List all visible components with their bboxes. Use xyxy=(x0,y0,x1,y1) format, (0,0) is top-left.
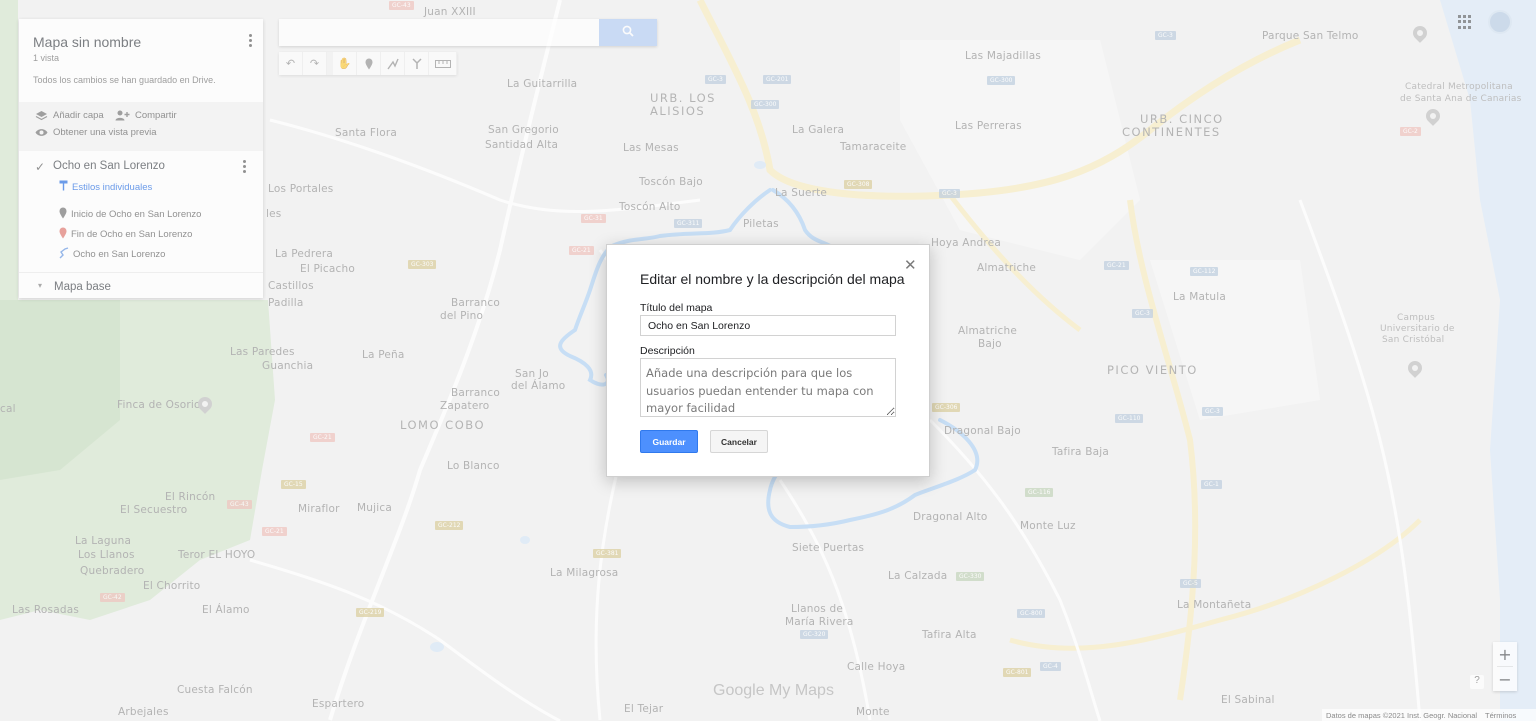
caret-down-icon: ▾ xyxy=(38,281,43,290)
preview-label: Obtener una vista previa xyxy=(53,127,157,138)
styles-link[interactable]: Estilos individuales xyxy=(59,180,152,194)
map-title[interactable]: Mapa sin nombre xyxy=(33,34,141,50)
feature-label: Inicio de Ocho en San Lorenzo xyxy=(71,209,202,220)
map-options-icon[interactable] xyxy=(247,33,253,49)
map-attribution: Datos de mapas ©2021 Inst. Geogr. Nacion… xyxy=(1322,709,1536,721)
search-input[interactable] xyxy=(279,19,599,46)
layers-icon xyxy=(35,110,48,121)
account-avatar[interactable] xyxy=(1488,10,1512,34)
paint-roller-icon xyxy=(59,180,68,194)
layer-options-icon[interactable] xyxy=(241,159,247,175)
map-toolbar: ↶ ↷ ✋ xyxy=(279,52,457,75)
eye-icon xyxy=(35,127,48,138)
redo-icon[interactable]: ↷ xyxy=(303,52,327,75)
draw-line-icon[interactable] xyxy=(381,52,405,75)
base-map-label: Mapa base xyxy=(54,281,111,293)
add-layer-label: Añadir capa xyxy=(53,110,104,121)
hand-icon[interactable]: ✋ xyxy=(333,52,357,75)
dialog-title: Editar el nombre y la descripción del ma… xyxy=(640,271,905,287)
zoom-controls: + − xyxy=(1493,642,1517,691)
share-button[interactable]: Compartir xyxy=(115,110,177,121)
close-icon[interactable]: ✕ xyxy=(904,256,917,274)
zoom-out-button[interactable]: − xyxy=(1493,667,1517,691)
share-label: Compartir xyxy=(135,110,177,121)
marker-icon[interactable] xyxy=(357,52,381,75)
attribution-text: Datos de mapas ©2021 Inst. Geogr. Nacion… xyxy=(1326,710,1478,720)
feature-item[interactable]: Ocho en San Lorenzo xyxy=(59,247,165,262)
styles-label: Estilos individuales xyxy=(72,181,153,193)
map-legend-panel: Mapa sin nombre 1 vista Todos los cambio… xyxy=(19,19,263,298)
map-title-label: Título del mapa xyxy=(640,302,713,314)
action-row: Añadir capa Compartir Obtener una vista … xyxy=(19,102,263,151)
terms-link[interactable]: Términos xyxy=(1485,711,1516,720)
ruler-icon[interactable] xyxy=(429,52,457,75)
my-maps-text: My Maps xyxy=(764,682,834,699)
base-map-row[interactable]: ▾ Mapa base xyxy=(19,272,263,298)
search-icon xyxy=(622,24,634,42)
undo-icon[interactable]: ↶ xyxy=(279,52,303,75)
pin-red-icon xyxy=(59,227,67,242)
checkbox-checked-icon[interactable]: ✓ xyxy=(35,160,45,174)
my-maps-watermark: Google My Maps xyxy=(713,682,834,700)
view-count: 1 vista xyxy=(33,53,60,63)
zoom-in-button[interactable]: + xyxy=(1493,642,1517,666)
description-label: Descripción xyxy=(640,345,695,357)
feature-item[interactable]: Fin de Ocho en San Lorenzo xyxy=(59,227,192,242)
save-button[interactable]: Guardar xyxy=(640,430,698,453)
save-status: Todos los cambios se han guardado en Dri… xyxy=(33,75,216,85)
route-icon xyxy=(59,247,69,262)
feature-label: Ocho en San Lorenzo xyxy=(73,249,166,260)
description-textarea[interactable] xyxy=(640,358,896,417)
search-bar xyxy=(279,19,657,46)
layer-name[interactable]: Ocho en San Lorenzo xyxy=(53,160,165,172)
directions-icon[interactable] xyxy=(405,52,429,75)
apps-grid-icon[interactable] xyxy=(1458,15,1472,29)
help-icon[interactable]: ? xyxy=(1470,675,1484,689)
map-title-input[interactable] xyxy=(640,315,896,336)
feature-item[interactable]: Inicio de Ocho en San Lorenzo xyxy=(59,207,201,222)
feature-label: Fin de Ocho en San Lorenzo xyxy=(71,229,193,240)
preview-button[interactable]: Obtener una vista previa xyxy=(35,127,157,138)
add-person-icon xyxy=(115,110,130,121)
search-button[interactable] xyxy=(599,19,657,46)
pin-gray-icon xyxy=(59,207,67,222)
add-layer-button[interactable]: Añadir capa xyxy=(35,110,104,121)
edit-map-dialog: Editar el nombre y la descripción del ma… xyxy=(606,244,930,477)
cancel-button[interactable]: Cancelar xyxy=(710,430,768,453)
google-logo-text: Google xyxy=(713,682,765,699)
